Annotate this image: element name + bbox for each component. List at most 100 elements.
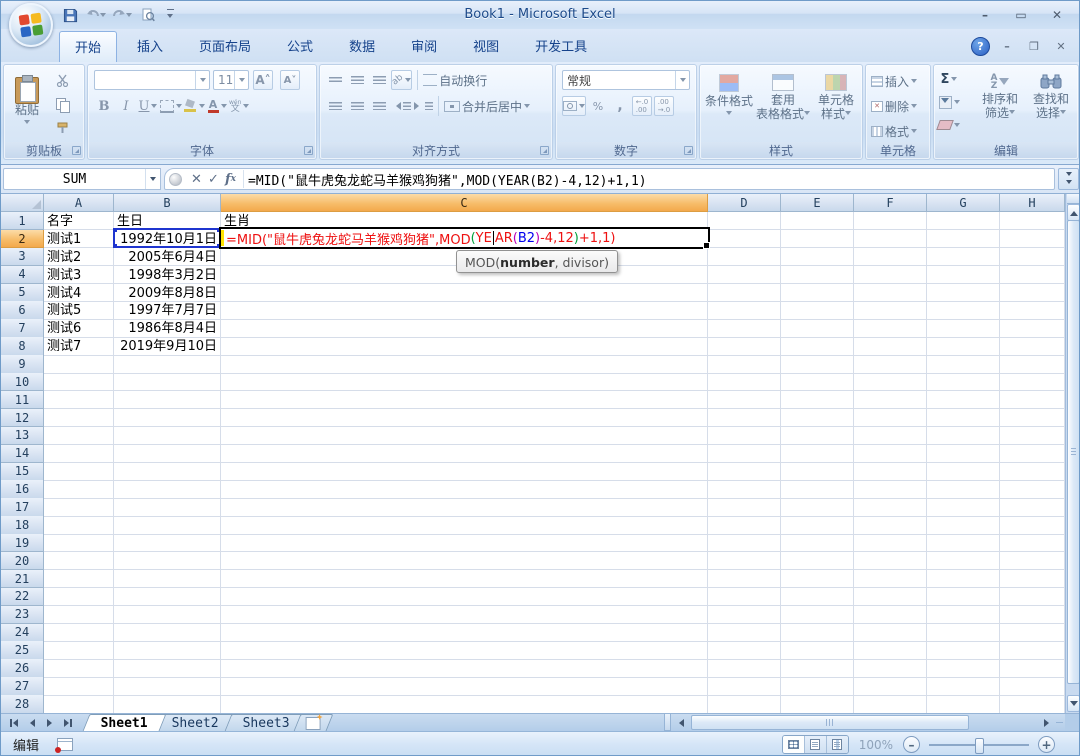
- row-header-20[interactable]: 20: [1, 552, 44, 570]
- cell-E27[interactable]: [781, 677, 854, 695]
- cell-H14[interactable]: [1000, 445, 1065, 463]
- font-dialog-launcher[interactable]: [304, 146, 313, 155]
- cell-E28[interactable]: [781, 695, 854, 713]
- cell-F1[interactable]: [854, 212, 927, 230]
- cell-A12[interactable]: [44, 409, 114, 427]
- cell-H28[interactable]: [1000, 695, 1065, 713]
- cell-E16[interactable]: [781, 480, 854, 498]
- cell-F11[interactable]: [854, 391, 927, 409]
- close-button[interactable]: ✕: [1043, 7, 1071, 22]
- cell-H13[interactable]: [1000, 427, 1065, 445]
- ribbon-tab-3[interactable]: 页面布局: [183, 30, 267, 62]
- row-header-3[interactable]: 3: [1, 248, 44, 266]
- cell-G25[interactable]: [927, 641, 1000, 659]
- formula-field[interactable]: ✕ ✓ fx =MID("鼠牛虎兔龙蛇马羊猴鸡狗猪",MOD(YEAR(B2)-…: [164, 168, 1055, 190]
- align-top-button[interactable]: [325, 70, 345, 90]
- ribbon-tab-2[interactable]: 插入: [121, 30, 179, 62]
- cell-B8[interactable]: 2019年9月10日: [114, 337, 221, 355]
- cell-B21[interactable]: [114, 570, 221, 588]
- merge-center-button[interactable]: 合并后居中: [444, 96, 530, 116]
- vertical-scrollbar[interactable]: [1065, 194, 1080, 713]
- cell-A6[interactable]: 测试5: [44, 301, 114, 319]
- cell-F12[interactable]: [854, 409, 927, 427]
- cell-G18[interactable]: [927, 516, 1000, 534]
- cell-E6[interactable]: [781, 301, 854, 319]
- cell-C11[interactable]: [221, 391, 708, 409]
- scroll-down-button[interactable]: [1067, 695, 1080, 712]
- cell-A9[interactable]: [44, 355, 114, 373]
- cell-A19[interactable]: [44, 534, 114, 552]
- cell-F7[interactable]: [854, 319, 927, 337]
- cell-E21[interactable]: [781, 570, 854, 588]
- cell-A22[interactable]: [44, 588, 114, 606]
- cell-E22[interactable]: [781, 588, 854, 606]
- cell-F24[interactable]: [854, 624, 927, 642]
- cell-E14[interactable]: [781, 445, 854, 463]
- cell-A4[interactable]: 测试3: [44, 266, 114, 284]
- cell-G24[interactable]: [927, 624, 1000, 642]
- cell-E26[interactable]: [781, 659, 854, 677]
- cell-F5[interactable]: [854, 284, 927, 302]
- cell-A2[interactable]: 测试1: [44, 230, 114, 248]
- cell-styles-button[interactable]: 单元格 样式: [810, 68, 862, 121]
- copy-button[interactable]: [52, 94, 72, 114]
- cell-D4[interactable]: [708, 266, 781, 284]
- cell-C13[interactable]: [221, 427, 708, 445]
- cell-H21[interactable]: [1000, 570, 1065, 588]
- horizontal-scrollbar[interactable]: [671, 714, 1065, 731]
- row-header-17[interactable]: 17: [1, 498, 44, 516]
- cell-D9[interactable]: [708, 355, 781, 373]
- find-select-button[interactable]: 查找和 选择: [1026, 68, 1076, 120]
- italic-button[interactable]: I: [116, 96, 136, 116]
- cell-B3[interactable]: 2005年6月4日: [114, 248, 221, 266]
- zoom-level[interactable]: 100%: [859, 738, 893, 752]
- cell-A20[interactable]: [44, 552, 114, 570]
- cell-C18[interactable]: [221, 516, 708, 534]
- cell-C7[interactable]: [221, 319, 708, 337]
- cell-D8[interactable]: [708, 337, 781, 355]
- cell-C23[interactable]: [221, 606, 708, 624]
- cell-B24[interactable]: [114, 624, 221, 642]
- cell-A3[interactable]: 测试2: [44, 248, 114, 266]
- cell-E18[interactable]: [781, 516, 854, 534]
- cell-E12[interactable]: [781, 409, 854, 427]
- cell-B26[interactable]: [114, 659, 221, 677]
- cell-F23[interactable]: [854, 606, 927, 624]
- cell-E4[interactable]: [781, 266, 854, 284]
- cell-G21[interactable]: [927, 570, 1000, 588]
- enter-button[interactable]: ✓: [205, 170, 222, 188]
- row-header-13[interactable]: 13: [1, 427, 44, 445]
- cell-B4[interactable]: 1998年3月2日: [114, 266, 221, 284]
- cell-E7[interactable]: [781, 319, 854, 337]
- cell-C20[interactable]: [221, 552, 708, 570]
- row-header-22[interactable]: 22: [1, 588, 44, 606]
- row-header-8[interactable]: 8: [1, 337, 44, 355]
- cell-H16[interactable]: [1000, 480, 1065, 498]
- alignment-dialog-launcher[interactable]: [540, 146, 549, 155]
- align-left-button[interactable]: [325, 96, 345, 116]
- cell-F10[interactable]: [854, 373, 927, 391]
- page-layout-view-button[interactable]: [804, 736, 826, 753]
- cell-G13[interactable]: [927, 427, 1000, 445]
- cell-G8[interactable]: [927, 337, 1000, 355]
- cell-E20[interactable]: [781, 552, 854, 570]
- cell-C26[interactable]: [221, 659, 708, 677]
- fill-button[interactable]: [938, 92, 960, 112]
- cancel-button[interactable]: ✕: [188, 170, 205, 188]
- cell-E13[interactable]: [781, 427, 854, 445]
- cell-D18[interactable]: [708, 516, 781, 534]
- cell-C25[interactable]: [221, 641, 708, 659]
- horizontal-scroll-thumb[interactable]: [691, 715, 969, 730]
- cell-D24[interactable]: [708, 624, 781, 642]
- number-format-combo[interactable]: 常规: [562, 70, 690, 90]
- cell-E25[interactable]: [781, 641, 854, 659]
- macro-record-button[interactable]: [57, 738, 73, 751]
- cell-D19[interactable]: [708, 534, 781, 552]
- align-center-button[interactable]: [347, 96, 367, 116]
- last-sheet-button[interactable]: [59, 715, 76, 730]
- cell-D14[interactable]: [708, 445, 781, 463]
- ribbon-tab-7[interactable]: 视图: [457, 30, 515, 62]
- normal-view-button[interactable]: [783, 736, 804, 753]
- row-header-27[interactable]: 27: [1, 677, 44, 695]
- cell-D10[interactable]: [708, 373, 781, 391]
